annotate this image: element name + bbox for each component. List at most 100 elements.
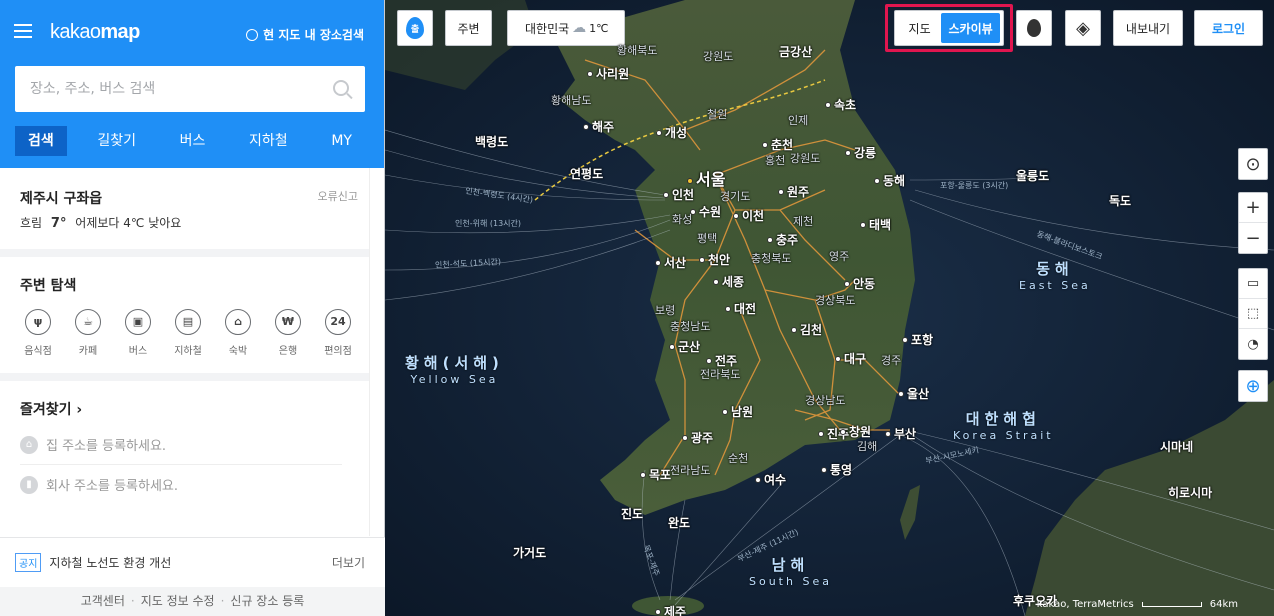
my-location-pin-button[interactable]: 출 [397,10,433,46]
measure-controls: ▭ ⬚ ◔ [1238,268,1268,360]
local-search-label: 현 지도 내 장소검색 [263,28,364,42]
category-bank[interactable]: ₩ 은행 [270,309,306,357]
city-label: 홍천 [765,154,786,167]
notice-bar: 공지 지하철 노선도 환경 개선 더보기 [0,537,385,587]
search-box [15,66,365,112]
city-label: 진도 [621,507,644,521]
notice-more-link[interactable]: 더보기 [332,554,365,571]
map-view-button[interactable]: 지도 [898,20,941,37]
add-pin-icon: ⊕ [1245,375,1261,397]
notice-badge: 공지 [15,553,42,572]
hamburger-menu-icon[interactable] [14,24,32,38]
zoom-control: + − [1238,192,1268,254]
satellite-map-background [385,0,1274,616]
category-cafe[interactable]: ☕ 카페 [70,309,106,357]
province-label: 강원도 [790,152,821,165]
sidebar-footer: 고객센터 · 지도 정보 수정 · 신규 장소 등록 [0,587,385,616]
view-toggle: 지도 스카이뷰 [894,10,1004,46]
add-place-button[interactable]: ⊕ [1239,371,1267,401]
kakaomap-logo[interactable]: kakaomap [50,21,140,44]
category-lodging[interactable]: ⌂ 숙박 [220,309,256,357]
city-label: 화성 [672,213,693,226]
sidebar-scrollbar[interactable] [369,168,384,536]
city-label: 인천 [663,186,694,203]
notice-text[interactable]: 지하철 노선도 환경 개선 [49,554,171,571]
zoom-out-button[interactable]: − [1239,223,1267,253]
category-convenience[interactable]: 24 편의점 [320,309,356,357]
category-subway[interactable]: ▤ 지하철 [170,309,206,357]
nearby-button[interactable]: 주변 [445,10,492,46]
export-button[interactable]: 내보내기 [1113,10,1183,46]
roadview-button[interactable] [1016,10,1052,46]
coffee-cup-icon: ☕ [75,309,101,335]
city-label: 이천 [733,207,764,224]
footer-customer-center[interactable]: 고객센터 [81,594,125,608]
city-label: 순천 [728,452,749,465]
login-button[interactable]: 로그인 [1194,10,1263,46]
search-icon[interactable] [333,80,349,96]
ruler-icon: ▭ [1246,276,1260,291]
map-view[interactable]: 출 주변 대한민국 ☁ 1℃ 지도 스카이뷰 ◈ 내보내기 로그인 ⊙ + − … [385,0,1274,616]
favorite-work[interactable]: ▮ 회사 주소를 등록하세요. [20,465,342,504]
search-input[interactable] [15,66,315,112]
ruler-button[interactable]: ▭ [1239,269,1267,299]
city-label: 광주 [682,429,713,446]
tab-bus[interactable]: 버스 [167,126,219,156]
layers-icon: ◈ [1076,17,1090,39]
category-label: 편의점 [324,346,352,357]
layers-button[interactable]: ◈ [1065,10,1101,46]
footer-edit-map[interactable]: 지도 정보 수정 [141,594,215,608]
nearby-title: 주변 탐색 [20,278,77,294]
favorites-title[interactable]: 즐겨찾기 › [20,399,350,419]
favorites-section: 즐겨찾기 › ⌂ 집 주소를 등록하세요. ▮ 회사 주소를 등록하세요. [0,381,370,522]
favorite-home-label: 집 주소를 등록하세요. [46,439,167,454]
province-label: 충청북도 [751,252,792,265]
region-weather-chip[interactable]: 대한민국 ☁ 1℃ [507,10,625,46]
radius-button[interactable]: ◔ [1239,329,1267,359]
zoom-in-button[interactable]: + [1239,193,1267,223]
cloud-icon: ☁ [572,20,587,36]
province-label: 황해남도 [551,94,592,107]
city-label: 인제 [788,114,809,127]
category-restaurant[interactable]: ψ 음식점 [20,309,56,357]
local-search-toggle[interactable]: 현 지도 내 장소검색 [246,26,364,43]
current-location-button[interactable]: ⊙ [1239,149,1267,179]
error-report-link[interactable]: 오류신고 [318,188,358,204]
tab-search[interactable]: 검색 [15,126,67,156]
won-icon: ₩ [275,309,301,335]
tab-my[interactable]: MY [318,126,365,156]
region-name: 대한민국 [525,21,570,36]
province-label: 경상남도 [805,394,846,407]
nearby-section: 주변 탐색 ψ 음식점 ☕ 카페 ▣ 버스 ▤ 지하철 ⌂ 숙박 ₩ 은행 24 편의점 [0,257,370,381]
region-temp: 1℃ [589,21,609,35]
weather-line: 흐림 7° 어제보다 4℃ 낮아요 [20,214,350,231]
tab-subway[interactable]: 지하철 [236,126,301,156]
category-label: 숙박 [228,346,248,357]
area-button[interactable]: ⬚ [1239,299,1267,329]
sea-label-south: 남해 South Sea [749,556,832,588]
favorite-home[interactable]: ⌂ 집 주소를 등록하세요. [20,425,342,465]
building-icon: ▮ [20,475,38,494]
tab-directions[interactable]: 길찾기 [84,126,149,156]
city-label: 울릉도 [1016,169,1050,183]
weather-temp: 7° [50,216,67,231]
city-label: 백령도 [475,135,509,149]
map-pin-icon: 출 [406,17,424,39]
city-label: 영주 [829,250,850,263]
route-label: 포항-울릉도 (3시간) [940,181,1009,190]
weather-card: 제주시 구좌읍 오류신고 흐림 7° 어제보다 4℃ 낮아요 [0,168,370,257]
footer-new-place[interactable]: 신규 장소 등록 [230,594,304,608]
scale-label: 64km [1209,599,1238,610]
city-label: 가거도 [513,546,547,560]
city-label: 목포 [640,466,671,483]
main-tabs: 검색 길찾기 버스 지하철 MY [15,126,365,156]
city-label: 속초 [825,96,856,113]
city-label: 춘천 [762,136,793,153]
category-bus[interactable]: ▣ 버스 [120,309,156,357]
skyview-button[interactable]: 스카이뷰 [941,13,1000,43]
city-label: 태백 [860,216,891,233]
province-label: 경상북도 [815,294,856,307]
province-label: 충청남도 [670,320,711,333]
city-label: 여수 [755,471,786,488]
city-label: 남원 [722,403,753,420]
